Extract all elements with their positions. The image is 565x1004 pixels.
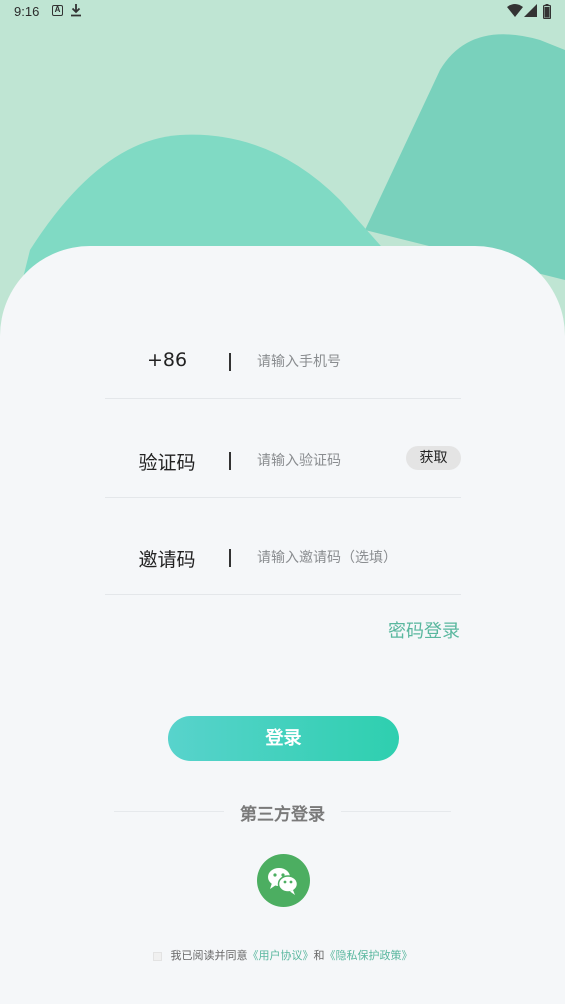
code-label: 验证码	[138, 452, 196, 474]
phone-row: +86	[105, 349, 461, 399]
invite-label: 邀请码	[138, 549, 196, 571]
field-divider	[229, 452, 231, 470]
phone-input[interactable]	[257, 349, 457, 375]
agreement-checkbox[interactable]	[152, 951, 162, 961]
country-code-label[interactable]: +86	[105, 349, 229, 371]
password-login-link[interactable]: 密码登录	[388, 617, 460, 643]
code-row: 验证码 获取	[105, 446, 461, 498]
invite-row: 邀请码	[105, 545, 461, 595]
agreement-prefix: 我已阅读并同意	[170, 949, 248, 962]
invite-input[interactable]	[257, 545, 457, 571]
wechat-icon	[268, 868, 299, 895]
field-divider	[229, 353, 231, 371]
privacy-policy-link[interactable]: 《隐私保护政策》	[325, 949, 413, 962]
third-party-title: 第三方登录	[240, 805, 325, 825]
field-divider	[229, 549, 231, 567]
agreement-row: 我已阅读并同意《用户协议》和《隐私保护政策》	[0, 947, 565, 963]
user-agreement-link[interactable]: 《用户协议》	[248, 949, 314, 962]
login-button[interactable]: 登录	[168, 716, 399, 761]
get-code-button[interactable]: 获取	[406, 446, 461, 470]
agreement-and: 和	[313, 949, 325, 962]
wechat-login-button[interactable]	[257, 854, 310, 907]
code-input[interactable]	[257, 448, 397, 474]
